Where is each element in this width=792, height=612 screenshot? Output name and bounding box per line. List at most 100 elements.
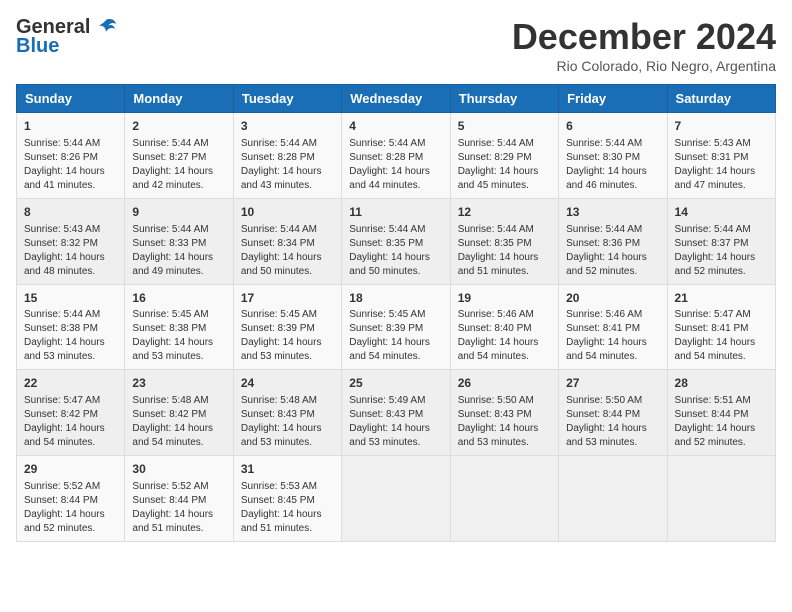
sunset-text: Sunset: 8:43 PM: [349, 408, 442, 422]
daylight-text: Daylight: 14 hours and 41 minutes.: [24, 165, 117, 193]
day-number: 31: [241, 461, 334, 478]
sunrise-text: Sunrise: 5:44 AM: [132, 137, 225, 151]
sunrise-text: Sunrise: 5:53 AM: [241, 480, 334, 494]
daylight-text: Daylight: 14 hours and 54 minutes.: [458, 336, 551, 364]
calendar-cell: 23Sunrise: 5:48 AMSunset: 8:42 PMDayligh…: [125, 370, 233, 456]
sunset-text: Sunset: 8:29 PM: [458, 151, 551, 165]
calendar-cell: 8Sunrise: 5:43 AMSunset: 8:32 PMDaylight…: [17, 198, 125, 284]
sunset-text: Sunset: 8:42 PM: [24, 408, 117, 422]
sunset-text: Sunset: 8:43 PM: [458, 408, 551, 422]
sunrise-text: Sunrise: 5:44 AM: [349, 223, 442, 237]
day-number: 2: [132, 118, 225, 135]
calendar-cell: 5Sunrise: 5:44 AMSunset: 8:29 PMDaylight…: [450, 113, 558, 199]
sunrise-text: Sunrise: 5:44 AM: [458, 223, 551, 237]
calendar-cell: 16Sunrise: 5:45 AMSunset: 8:38 PMDayligh…: [125, 284, 233, 370]
calendar-cell: 7 Sunrise: 5:43 AMSunset: 8:31 PMDaylight…: [667, 113, 775, 199]
sunset-text: Sunset: 8:35 PM: [458, 237, 551, 251]
sunrise-text: Sunrise: 5:52 AM: [24, 480, 117, 494]
sunset-text: Sunset: 8:32 PM: [24, 237, 117, 251]
daylight-text: Daylight: 14 hours and 53 minutes.: [132, 336, 225, 364]
day-number: 3: [241, 118, 334, 135]
sunrise-text: Sunrise: 5:50 AM: [458, 394, 551, 408]
sunset-text: Sunset: 8:44 PM: [132, 494, 225, 508]
sunset-text: Sunset: 8:39 PM: [349, 322, 442, 336]
day-number: 23: [132, 375, 225, 392]
calendar-cell: 2Sunrise: 5:44 AMSunset: 8:27 PMDaylight…: [125, 113, 233, 199]
daylight-text: Daylight: 14 hours and 51 minutes.: [458, 251, 551, 279]
sunset-text: Sunset: 8:41 PM: [675, 322, 768, 336]
daylight-text: Daylight: 14 hours and 54 minutes.: [349, 336, 442, 364]
calendar-cell: 17Sunrise: 5:45 AMSunset: 8:39 PMDayligh…: [233, 284, 341, 370]
day-number: 13: [566, 204, 659, 221]
sunset-text: Sunset: 8:44 PM: [675, 408, 768, 422]
calendar-cell: 14Sunrise: 5:44 AMSunset: 8:37 PMDayligh…: [667, 198, 775, 284]
calendar-week-row: 1Sunrise: 5:44 AMSunset: 8:26 PMDaylight…: [17, 113, 776, 199]
sunrise-text: Sunrise: 5:44 AM: [349, 137, 442, 151]
calendar-cell: 31Sunrise: 5:53 AMSunset: 8:45 PMDayligh…: [233, 456, 341, 542]
sunrise-text: Sunrise: 5:44 AM: [241, 137, 334, 151]
day-number: 4: [349, 118, 442, 135]
day-number: 5: [458, 118, 551, 135]
calendar-cell: 13Sunrise: 5:44 AMSunset: 8:36 PMDayligh…: [559, 198, 667, 284]
sunrise-text: Sunrise: 5:45 AM: [349, 308, 442, 322]
day-number: 22: [24, 375, 117, 392]
daylight-text: Daylight: 14 hours and 53 minutes.: [566, 422, 659, 450]
sunset-text: Sunset: 8:38 PM: [132, 322, 225, 336]
sunset-text: Sunset: 8:45 PM: [241, 494, 334, 508]
day-header-saturday: Saturday: [667, 85, 775, 113]
daylight-text: Daylight: 14 hours and 42 minutes.: [132, 165, 225, 193]
day-header-wednesday: Wednesday: [342, 85, 450, 113]
daylight-text: Daylight: 14 hours and 43 minutes.: [241, 165, 334, 193]
daylight-text: Daylight: 14 hours and 48 minutes.: [24, 251, 117, 279]
day-number: 28: [675, 375, 768, 392]
sunset-text: Sunset: 8:37 PM: [675, 237, 768, 251]
calendar-week-row: 15Sunrise: 5:44 AMSunset: 8:38 PMDayligh…: [17, 284, 776, 370]
daylight-text: Daylight: 14 hours and 53 minutes.: [24, 336, 117, 364]
day-number: 20: [566, 290, 659, 307]
day-number: 17: [241, 290, 334, 307]
sunset-text: Sunset: 8:36 PM: [566, 237, 659, 251]
daylight-text: Daylight: 14 hours and 54 minutes.: [24, 422, 117, 450]
main-title: December 2024: [512, 16, 776, 58]
logo-bird-icon: [95, 16, 117, 38]
daylight-text: Daylight: 14 hours and 53 minutes.: [241, 336, 334, 364]
day-number: 18: [349, 290, 442, 307]
sunrise-text: Sunrise: 5:45 AM: [241, 308, 334, 322]
day-number: 7: [675, 118, 768, 135]
day-header-friday: Friday: [559, 85, 667, 113]
calendar-cell: 6Sunrise: 5:44 AMSunset: 8:30 PMDaylight…: [559, 113, 667, 199]
sunset-text: Sunset: 8:44 PM: [24, 494, 117, 508]
daylight-text: Daylight: 14 hours and 52 minutes.: [675, 251, 768, 279]
calendar-cell: 24Sunrise: 5:48 AMSunset: 8:43 PMDayligh…: [233, 370, 341, 456]
daylight-text: Daylight: 14 hours and 47 minutes.: [675, 165, 768, 193]
sunset-text: Sunset: 8:28 PM: [241, 151, 334, 165]
calendar-cell: 10Sunrise: 5:44 AMSunset: 8:34 PMDayligh…: [233, 198, 341, 284]
calendar-cell: 29Sunrise: 5:52 AMSunset: 8:44 PMDayligh…: [17, 456, 125, 542]
day-number: 29: [24, 461, 117, 478]
sunset-text: Sunset: 8:30 PM: [566, 151, 659, 165]
calendar-cell: 12Sunrise: 5:44 AMSunset: 8:35 PMDayligh…: [450, 198, 558, 284]
sunrise-text: Sunrise: 5:46 AM: [566, 308, 659, 322]
day-number: 25: [349, 375, 442, 392]
sunrise-text: Sunrise: 5:43 AM: [24, 223, 117, 237]
sunrise-text: Sunrise: 5:52 AM: [132, 480, 225, 494]
calendar-cell: 27Sunrise: 5:50 AMSunset: 8:44 PMDayligh…: [559, 370, 667, 456]
sunrise-text: Sunrise: 5:43 AM: [675, 137, 768, 151]
day-number: 14: [675, 204, 768, 221]
sunset-text: Sunset: 8:31 PM: [675, 151, 768, 165]
calendar-cell: 4Sunrise: 5:44 AMSunset: 8:28 PMDaylight…: [342, 113, 450, 199]
calendar-week-row: 22Sunrise: 5:47 AMSunset: 8:42 PMDayligh…: [17, 370, 776, 456]
day-number: 10: [241, 204, 334, 221]
calendar-cell: [667, 456, 775, 542]
sunset-text: Sunset: 8:33 PM: [132, 237, 225, 251]
day-number: 16: [132, 290, 225, 307]
sunset-text: Sunset: 8:43 PM: [241, 408, 334, 422]
sunrise-text: Sunrise: 5:44 AM: [566, 137, 659, 151]
day-number: 1: [24, 118, 117, 135]
day-header-monday: Monday: [125, 85, 233, 113]
daylight-text: Daylight: 14 hours and 50 minutes.: [349, 251, 442, 279]
daylight-text: Daylight: 14 hours and 53 minutes.: [458, 422, 551, 450]
daylight-text: Daylight: 14 hours and 52 minutes.: [566, 251, 659, 279]
calendar-cell: 30Sunrise: 5:52 AMSunset: 8:44 PMDayligh…: [125, 456, 233, 542]
calendar-week-row: 8Sunrise: 5:43 AMSunset: 8:32 PMDaylight…: [17, 198, 776, 284]
